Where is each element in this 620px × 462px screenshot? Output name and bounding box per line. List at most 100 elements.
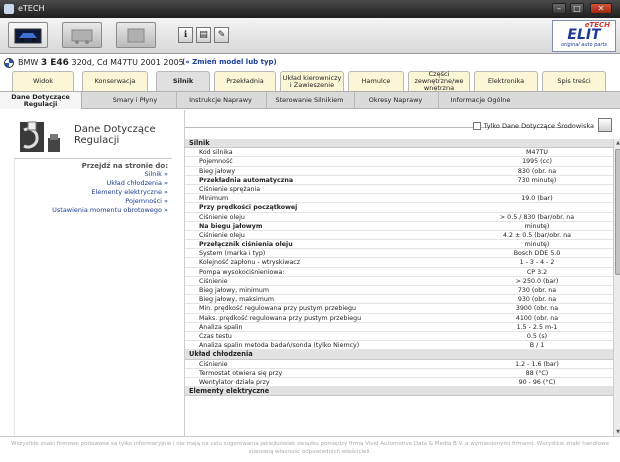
subtab-informacje-ogolne[interactable]: Informacje Ogólne [438, 92, 522, 109]
environment-filter[interactable]: Tylko Dane Dotyczące Środowiska [472, 122, 594, 130]
row-value: 1 - 3 - 4 - 2 [519, 259, 555, 267]
goto-link-silnik[interactable]: Silnik » [15, 170, 172, 179]
table-row: Przekładnia automatyczna 730 minutę) [185, 176, 613, 185]
truck-mode-button[interactable] [62, 22, 102, 48]
adjustment-data-icon [20, 121, 60, 152]
subtab-smary-plyny[interactable]: Smary i Płyny [96, 92, 174, 109]
car-mode-button[interactable] [8, 22, 48, 48]
row-value: 930 (obr. na [517, 296, 557, 304]
subtab-instrukcje-naprawy[interactable]: Instrukcje Naprawy [176, 92, 264, 109]
tools-icon[interactable]: ✎ [214, 27, 229, 43]
table-row: Ciśnienie oleju 4.2 ± 0.5 (bar/obr. na [185, 231, 613, 241]
environment-checkbox-label: Tylko Dane Dotyczące Środowiska [483, 122, 594, 130]
row-label: Przekładnia automatyczna [199, 176, 294, 184]
row-label: Ciśnienie [199, 277, 228, 285]
row-label: Bieg jałowy, minimum [199, 287, 269, 294]
main-toolbar: ℹ ▤ ✎ eTECH ELIT original auto parts [0, 18, 620, 54]
environment-checkbox[interactable] [472, 122, 481, 130]
scroll-thumb[interactable] [615, 149, 620, 275]
goto-link-elementy-elektryczne[interactable]: Elementy elektryczne » [15, 188, 172, 197]
change-model-link[interactable]: (« Zmień model lub typ) [182, 58, 277, 66]
table-row: Min. prędkość regulowana przy pustym prz… [185, 304, 613, 314]
tab-czesci[interactable]: Części zewnętrzne/we wnętrzna [408, 71, 470, 92]
row-value: 4.2 ± 0.5 (bar/obr. na [502, 231, 572, 239]
subtab-okresy-naprawy[interactable]: Okresy Naprawy [354, 92, 436, 109]
row-label: Termostat otwiera się przy [199, 369, 283, 377]
maximize-button[interactable]: □ [570, 3, 584, 14]
row-value: 830 (obr. na [517, 167, 557, 175]
truck-icon [71, 29, 93, 44]
row-label: Wentylator działa przy [199, 378, 270, 386]
moto-mode-button[interactable] [116, 22, 156, 48]
table-row: Czas testu 0.5 (s) [185, 332, 613, 342]
row-value: 88 (°C) [525, 369, 549, 377]
minimize-button[interactable]: – [552, 3, 566, 14]
table-row: Bieg jałowy, minimum 730 (obr. na [185, 286, 613, 296]
main-tabs: Widok Konserwacja Silnik Przekładnia Ukł… [0, 71, 620, 92]
row-label: Analiza spalin [199, 323, 243, 331]
vehicle-description: BMW 3 E46 320d, Cd M47TU 2001 2005 [18, 58, 184, 68]
table-row: Kolejność zapłonu - wtryskiwacz 1 - 3 - 4… [185, 258, 613, 268]
section-title-line1: Dane Dotyczące [74, 124, 156, 135]
row-label: Analiza spalin metoda badań/sonda (tylko… [199, 342, 360, 350]
car-icon [14, 28, 42, 44]
scroll-down-icon[interactable]: ▼ [615, 429, 620, 435]
section-header-label: Elementy elektryczne [189, 387, 270, 396]
table-row: Bieg jałowy, maksimum 930 (obr. na [185, 295, 613, 305]
row-label: Bieg jałowy, maksimum [199, 296, 274, 304]
goto-link-momenty-obrotowe[interactable]: Ustawienia momentu obrotowego » [15, 206, 172, 215]
tab-hamulce[interactable]: Hamulce [348, 71, 404, 91]
sub-tabs: Dane Dotyczące Regulacji Smary i Płyny I… [0, 91, 620, 109]
table-row: Kod silnika M47TU [185, 148, 613, 158]
vehicle-icon [127, 28, 145, 43]
row-label: Min. prędkość regulowana przy pustym prz… [199, 305, 357, 313]
vehicle-details: 320d, Cd M47TU 2001 2005 [71, 58, 184, 67]
tab-elektronika[interactable]: Elektronika [474, 71, 538, 91]
table-row: Ciśnienie oleju > 0.5 / 830 (bar/obr. na [185, 213, 613, 222]
row-label: Ciśnienie oleju [199, 231, 245, 239]
table-section-header: Elementy elektryczne [185, 387, 613, 397]
table-row: Na biegu jałowym minutę) [185, 222, 613, 231]
close-button[interactable]: ✕ [590, 3, 612, 14]
vehicle-model: 3 E46 [40, 58, 69, 68]
section-header-label: Układ chłodzenia [189, 350, 253, 359]
table-row: Termostat otwiera się przy 88 (°C) [185, 369, 613, 378]
tab-konserwacja[interactable]: Konserwacja [82, 71, 148, 91]
row-value: CP 3.2 [526, 268, 548, 276]
adjustment-data-table: Silnik Kod silnika M47TU Pojemność 1995 (cc)… [185, 139, 613, 436]
subtab-sterowanie-silnikiem[interactable]: Sterowanie Silnikiem [266, 92, 352, 109]
table-row: Maks. prędkość regulowana przy pustym pr… [185, 314, 613, 323]
scroll-up-icon[interactable]: ▲ [615, 140, 620, 146]
elit-logo: eTECH ELIT original auto parts [552, 20, 616, 52]
table-row: Ciśnienie sprężania [185, 185, 613, 195]
table-row: Pojemność 1995 (cc) [185, 157, 613, 167]
vehicle-selection-bar: BMW 3 E46 320d, Cd M47TU 2001 2005 (« Zm… [0, 55, 620, 71]
row-label: Przełącznik ciśnienia oleju [199, 241, 293, 249]
subtab-dane-regulacji[interactable]: Dane Dotyczące Regulacji [0, 92, 82, 109]
row-label: Przy prędkości początkowej [199, 204, 298, 212]
document-icon[interactable]: ▤ [196, 27, 211, 43]
row-value: 4100 (obr. na [515, 314, 559, 322]
scrollbar[interactable]: ▲ ▼ [613, 139, 620, 436]
row-label: Minimum [199, 195, 229, 203]
print-icon[interactable] [598, 118, 612, 132]
window-title-bar: eTECH – □ ✕ [0, 0, 620, 18]
row-label: Czas testu [199, 332, 232, 340]
goto-link-uklad-chlodzenia[interactable]: Układ chłodzenia » [15, 179, 172, 188]
row-label: Ciśnienie [199, 360, 228, 368]
window-title: eTECH [18, 4, 45, 13]
vehicle-make: BMW [18, 58, 39, 67]
tab-uklad-kierowniczy[interactable]: Układ kierowniczy i Zawieszenie [280, 71, 344, 91]
tab-przekladnia[interactable]: Przekładnia [214, 71, 276, 91]
row-value: 1.2 - 1.6 (bar) [515, 360, 559, 368]
row-label: Bieg jałowy [199, 167, 236, 175]
logo-tagline: original auto parts [561, 42, 607, 48]
info-icon[interactable]: ℹ [178, 27, 193, 43]
tab-spis-tresci[interactable]: Spis treści [542, 71, 606, 91]
row-label: Na biegu jałowym [199, 222, 263, 230]
goto-link-pojemnosci[interactable]: Pojemności » [15, 197, 172, 206]
footer-disclaimer: Wszystkie znaki firmowe podawane są tylk… [0, 436, 620, 462]
bmw-logo-icon [4, 58, 14, 68]
tab-widok[interactable]: Widok [12, 71, 74, 91]
tab-silnik[interactable]: Silnik [156, 71, 210, 91]
